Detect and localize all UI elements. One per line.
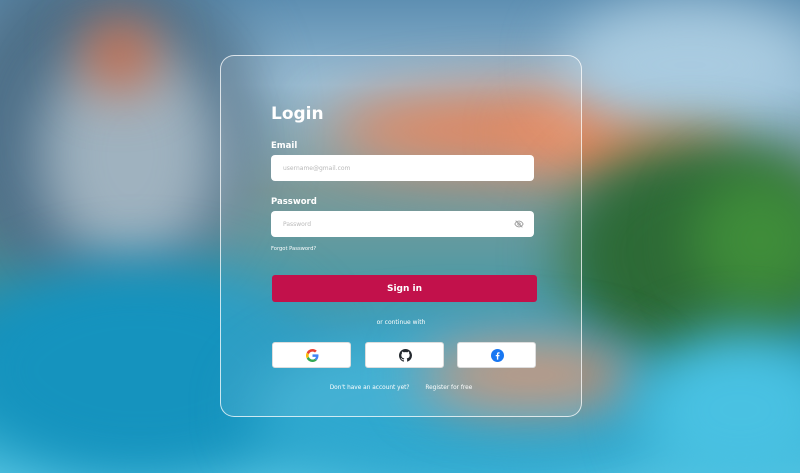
login-title: Login	[271, 104, 324, 124]
or-continue-text: or continue with	[376, 319, 426, 326]
email-field[interactable]	[283, 155, 503, 181]
signup-prompt: Don't have an account yet? Register for …	[221, 385, 581, 391]
github-login-button[interactable]	[365, 342, 444, 368]
sign-in-button[interactable]: Sign in	[272, 275, 537, 302]
password-field[interactable]	[283, 211, 503, 237]
register-link[interactable]: Register for free	[425, 385, 472, 391]
facebook-login-button[interactable]	[457, 342, 536, 368]
password-label: Password	[271, 197, 317, 207]
eye-off-icon[interactable]	[514, 219, 524, 229]
password-field-box[interactable]	[271, 211, 534, 237]
email-label: Email	[271, 141, 298, 151]
github-icon	[399, 349, 412, 362]
facebook-icon	[491, 349, 504, 362]
google-icon	[306, 349, 319, 362]
email-field-box[interactable]	[271, 155, 534, 181]
google-login-button[interactable]	[272, 342, 351, 368]
login-card: Login Email Password Forgot Password? Si…	[220, 55, 582, 417]
no-account-text: Don't have an account yet?	[329, 385, 410, 391]
forgot-password-link[interactable]: Forgot Password?	[271, 246, 316, 252]
